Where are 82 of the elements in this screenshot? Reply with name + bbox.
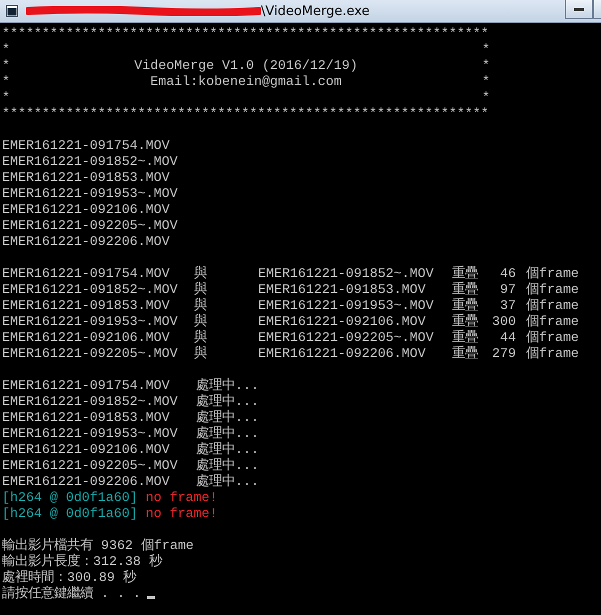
unit-text: 個frame xyxy=(526,346,579,362)
banner-border: ************************************************************* xyxy=(2,106,489,122)
file-name: EMER161221-091852~.MOV xyxy=(2,154,178,170)
file-name: EMER161221-091754.MOV xyxy=(2,378,171,394)
banner-edge-text: * xyxy=(482,42,490,58)
file-name: EMER161221-092106.MOV xyxy=(2,442,171,458)
console-icon xyxy=(6,5,18,17)
banner-edge-text: * xyxy=(482,90,490,106)
overlap-label: 重疊 xyxy=(452,330,479,346)
banner-edge-text: * xyxy=(482,58,490,74)
file-name: EMER161221-091953~.MOV xyxy=(2,314,179,330)
banner-edge-text: * xyxy=(2,42,10,58)
minimize-button[interactable] xyxy=(565,0,593,19)
file-name: EMER161221-091953~.MOV xyxy=(2,426,179,442)
banner-edge-text: * xyxy=(2,58,10,74)
file-name: EMER161221-092206.MOV xyxy=(2,474,171,490)
status-text: 處理中... xyxy=(196,474,259,490)
error-message: no frame! xyxy=(146,506,218,522)
file-name: EMER161221-092205~.MOV xyxy=(2,346,179,362)
unit-text: 個frame xyxy=(526,266,579,282)
conjunction-text: 與 xyxy=(194,266,208,282)
overlap-label: 重疊 xyxy=(452,346,479,362)
overlap-count: 46 xyxy=(499,266,516,282)
file-name: EMER161221-092205~.MOV xyxy=(2,218,178,234)
conjunction-text: 與 xyxy=(194,298,208,314)
file-name: EMER161221-091853.MOV xyxy=(258,282,427,298)
summary-text: 輸出影片檔共有 9362 個frame xyxy=(2,538,194,554)
banner-text: Email:kobenein@gmail.com xyxy=(149,74,343,90)
unit-text: 個frame xyxy=(526,330,579,346)
file-name: EMER161221-091754.MOV xyxy=(2,138,170,154)
file-name: EMER161221-091853.MOV xyxy=(2,298,171,314)
status-text: 處理中... xyxy=(196,410,259,426)
file-name: EMER161221-091953~.MOV xyxy=(2,186,178,202)
conjunction-text: 與 xyxy=(194,346,208,362)
file-name: EMER161221-091852~.MOV xyxy=(2,282,179,298)
overlap-count: 97 xyxy=(499,282,516,298)
status-text: 處理中... xyxy=(196,458,259,474)
overlap-label: 重疊 xyxy=(452,298,479,314)
file-name: EMER161221-092106.MOV xyxy=(2,330,171,346)
conjunction-text: 與 xyxy=(194,314,208,330)
file-name: EMER161221-092206.MOV xyxy=(258,346,427,362)
error-source: [h264 @ 0d0f1a60] xyxy=(2,490,138,506)
error-source: [h264 @ 0d0f1a60] xyxy=(2,506,138,522)
file-name: EMER161221-092205~.MOV xyxy=(2,458,179,474)
status-text: 處理中... xyxy=(196,442,259,458)
unit-text: 個frame xyxy=(526,298,579,314)
status-text: 處理中... xyxy=(196,378,259,394)
conjunction-text: 與 xyxy=(194,282,208,298)
window-title: \VideoMerge.exe xyxy=(261,4,370,18)
summary-text: 處裡時間：300.89 秒 xyxy=(2,570,136,586)
status-text: 處理中... xyxy=(196,394,259,410)
file-name: EMER161221-091754.MOV xyxy=(2,266,171,282)
file-name: EMER161221-092205~.MOV xyxy=(258,330,435,346)
file-name: EMER161221-091852~.MOV xyxy=(258,266,435,282)
file-name: EMER161221-092206.MOV xyxy=(2,234,170,250)
file-name: EMER161221-091853.MOV xyxy=(2,410,171,426)
overlap-count: 279 xyxy=(491,346,516,362)
overlap-count: 44 xyxy=(499,330,516,346)
overlap-count: 300 xyxy=(491,314,516,330)
overlap-label: 重疊 xyxy=(452,266,479,282)
summary-text: 請按任意鍵繼續 . . . xyxy=(2,586,141,602)
overlap-label: 重疊 xyxy=(452,282,479,298)
status-text: 處理中... xyxy=(196,426,259,442)
text-cursor xyxy=(146,596,155,599)
banner-edge-text: * xyxy=(2,74,10,90)
banner-text: VideoMerge V1.0 (2016/12/19) xyxy=(133,58,359,74)
file-name: EMER161221-092106.MOV xyxy=(258,314,427,330)
banner-edge-text: * xyxy=(482,74,490,90)
conjunction-text: 與 xyxy=(194,330,208,346)
summary-text: 輸出影片長度：312.38 秒 xyxy=(2,554,162,570)
overlap-count: 37 xyxy=(499,298,516,314)
error-message: no frame! xyxy=(146,490,218,506)
unit-text: 個frame xyxy=(526,314,579,330)
unit-text: 個frame xyxy=(526,282,579,298)
banner-border: ************************************************************* xyxy=(2,26,489,42)
file-name: EMER161221-092106.MOV xyxy=(2,202,170,218)
file-name: EMER161221-091953~.MOV xyxy=(258,298,435,314)
banner-edge-text: * xyxy=(2,90,10,106)
file-name: EMER161221-091853.MOV xyxy=(2,170,170,186)
minimize-icon xyxy=(574,8,584,10)
overlap-label: 重疊 xyxy=(452,314,479,330)
file-name: EMER161221-091852~.MOV xyxy=(2,394,179,410)
